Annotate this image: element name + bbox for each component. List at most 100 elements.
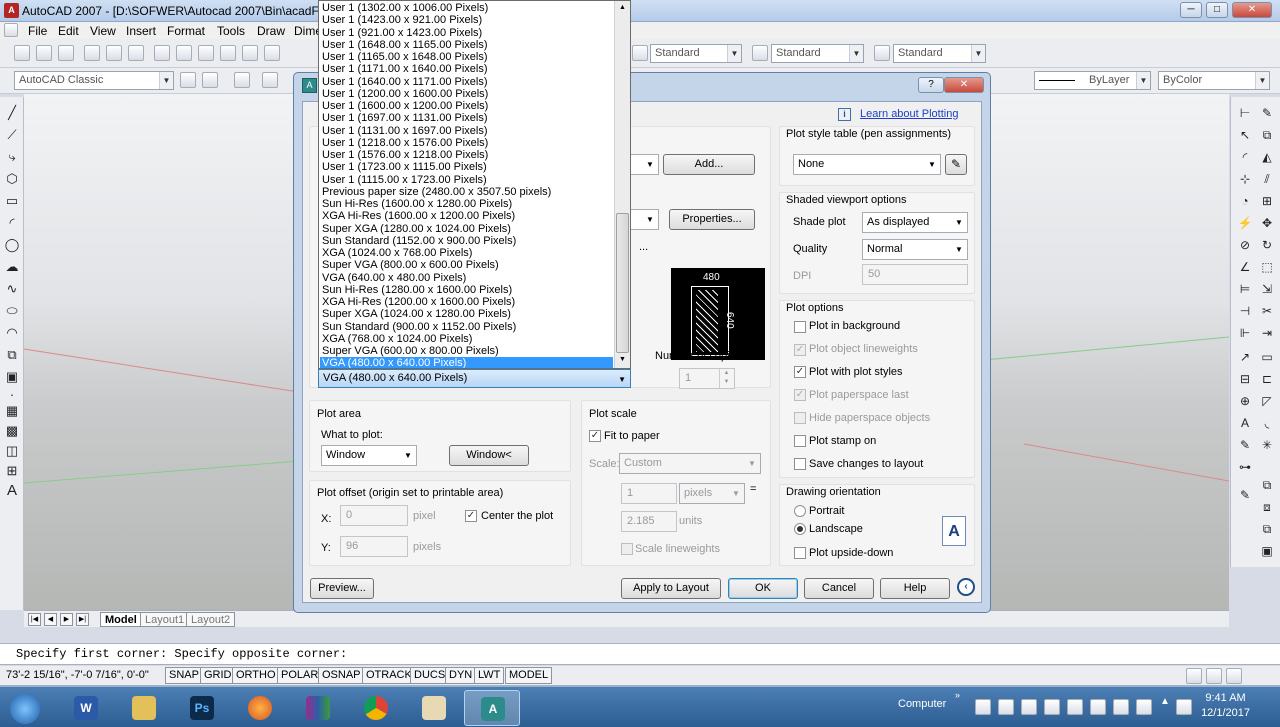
center-mark-icon[interactable]: ⊕ — [1237, 393, 1253, 409]
paper-size-option[interactable]: User 1 (1171.00 x 1640.00 Pixels) — [322, 63, 488, 75]
polygon-icon[interactable]: ⬡ — [4, 171, 20, 187]
toolbar-lock-icon[interactable] — [1206, 668, 1222, 684]
upside-down-checkbox[interactable] — [794, 547, 806, 559]
table-icon[interactable]: ⊞ — [4, 463, 20, 479]
taskbar-photoshop[interactable]: Ps — [174, 690, 230, 726]
paper-size-option[interactable]: User 1 (1131.00 x 1697.00 Pixels) — [322, 125, 488, 137]
aligned-dim-icon[interactable]: ↖ — [1237, 127, 1253, 143]
next-tab-icon[interactable]: ▶ — [60, 613, 73, 626]
paper-size-option[interactable]: User 1 (1600.00 x 1200.00 Pixels) — [322, 100, 488, 112]
taskbar-word[interactable]: W — [58, 690, 114, 726]
copy-icon[interactable] — [176, 45, 192, 61]
what-to-plot-select[interactable]: Window ▼ — [321, 445, 417, 466]
osnap-toggle[interactable]: OSNAP — [318, 667, 365, 684]
scale-icon[interactable]: ⬚ — [1259, 259, 1275, 275]
first-tab-icon[interactable]: |◀ — [28, 613, 41, 626]
otrack-toggle[interactable]: OTRACK — [362, 667, 416, 684]
revision-cloud-icon[interactable]: ☁ — [4, 259, 20, 275]
menu-file[interactable]: File — [28, 24, 47, 38]
close-button[interactable]: ✕ — [1232, 2, 1272, 18]
cancel-button[interactable]: Cancel — [804, 578, 874, 599]
make-block-icon[interactable]: ▣ — [4, 369, 20, 385]
construction-line-icon[interactable]: ⟋ — [4, 127, 20, 143]
chamfer-icon[interactable]: ◸ — [1259, 393, 1275, 409]
publish-icon[interactable] — [128, 45, 144, 61]
block-editor-icon[interactable] — [242, 45, 258, 61]
taskbar-chrome[interactable] — [348, 690, 404, 726]
scale-select[interactable]: Custom ▼ — [619, 453, 761, 474]
x-offset-input[interactable]: 0 — [340, 505, 408, 526]
angular-icon[interactable]: ∠ — [1237, 259, 1253, 275]
region-icon[interactable]: ◫ — [4, 443, 20, 459]
copy-object-icon[interactable]: ⧉ — [1259, 127, 1275, 143]
jogged-icon[interactable]: ⚡ — [1237, 215, 1253, 231]
hatch-icon[interactable]: ▦ — [4, 403, 20, 419]
polar-toggle[interactable]: POLAR — [277, 667, 323, 684]
save-changes-checkbox[interactable] — [794, 458, 806, 470]
paper-size-option[interactable]: Sun Hi-Res (1280.00 x 1600.00 Pixels) — [322, 284, 512, 296]
paper-size-option[interactable]: User 1 (1648.00 x 1165.00 Pixels) — [322, 39, 488, 51]
menu-format[interactable]: Format — [167, 24, 205, 38]
trim-icon[interactable]: ✂ — [1259, 303, 1275, 319]
continue-icon[interactable]: ⊩ — [1237, 325, 1253, 341]
scale-numerator-input[interactable]: 1 — [621, 483, 677, 504]
paper-size-option[interactable]: User 1 (921.00 x 1423.00 Pixels) — [322, 27, 482, 39]
spline-icon[interactable]: ∿ — [4, 281, 20, 297]
tab-layout2[interactable]: Layout2 — [186, 612, 236, 627]
paper-size-option[interactable]: XGA (1024.00 x 768.00 Pixels) — [322, 247, 472, 259]
paper-size-option[interactable]: VGA (480.00 x 640.00 Pixels) — [320, 357, 613, 368]
scale-denominator-input[interactable]: 2.185 — [621, 511, 677, 532]
ducs-toggle[interactable]: DUCS — [410, 667, 450, 684]
tray-app-icon[interactable] — [1021, 699, 1037, 715]
layer-order-icon[interactable]: ⧉ — [1259, 521, 1275, 537]
layer-manager-icon[interactable] — [234, 72, 250, 88]
paper-size-option[interactable]: Sun Standard (900.00 x 1152.00 Pixels) — [322, 321, 516, 333]
bring-front-icon[interactable]: ▣ — [1259, 543, 1275, 559]
paper-size-option[interactable]: Super VGA (600.00 x 800.00 Pixels) — [322, 345, 499, 357]
window-pick-button[interactable]: Window< — [449, 445, 529, 466]
dropdown-scrollbar[interactable]: ▲ ▼ — [614, 1, 630, 368]
autocad-app-icon[interactable]: A — [4, 3, 19, 18]
stretch-icon[interactable]: ⇲ — [1259, 281, 1275, 297]
computer-toolbar-label[interactable]: Computer — [898, 698, 946, 710]
plot-in-background-checkbox[interactable] — [794, 321, 806, 333]
scale-lineweights-checkbox[interactable] — [621, 543, 633, 555]
last-tab-icon[interactable]: ▶| — [76, 613, 89, 626]
center-plot-checkbox[interactable]: ✓ — [465, 510, 477, 522]
add-plotter-button[interactable]: Add... — [663, 154, 755, 175]
paper-size-option[interactable]: Super VGA (800.00 x 600.00 Pixels) — [322, 259, 499, 271]
erase-icon[interactable]: ✎ — [1259, 105, 1275, 121]
quick-dim-icon[interactable]: ⊨ — [1237, 281, 1253, 297]
radius-icon[interactable]: ◔ — [1237, 193, 1253, 209]
paper-size-option[interactable]: User 1 (1423.00 x 921.00 Pixels) — [322, 14, 482, 26]
apply-to-layout-button[interactable]: Apply to Layout — [621, 578, 721, 599]
save-icon[interactable] — [58, 45, 74, 61]
maximize-button[interactable]: □ — [1206, 2, 1228, 18]
dialog-help-button[interactable]: ? — [918, 77, 944, 93]
circle-icon[interactable]: ◯ — [4, 237, 20, 253]
dyn-toggle[interactable]: DYN — [445, 667, 477, 684]
workspace-settings-icon[interactable] — [180, 72, 196, 88]
learn-about-plotting-link[interactable]: Learn about Plotting — [860, 108, 958, 120]
paper-size-option[interactable]: User 1 (1218.00 x 1576.00 Pixels) — [322, 137, 488, 149]
paste-icon[interactable] — [198, 45, 214, 61]
line-icon[interactable]: ╱ — [4, 105, 20, 121]
text-style-combo[interactable]: Standard ▼ — [650, 44, 742, 63]
ordinate-icon[interactable]: ⊹ — [1237, 171, 1253, 187]
minimize-button[interactable]: ─ — [1180, 2, 1202, 18]
break-icon[interactable]: ▭ — [1259, 349, 1275, 365]
paper-size-option[interactable]: XGA Hi-Res (1200.00 x 1600.00 Pixels) — [322, 296, 515, 308]
ellipse-arc-icon[interactable]: ◠ — [4, 325, 20, 341]
plot-with-styles-checkbox[interactable]: ✓ — [794, 366, 806, 378]
network-icon[interactable] — [1176, 699, 1192, 715]
paper-size-option[interactable]: User 1 (1302.00 x 1006.00 Pixels) — [322, 2, 488, 14]
scroll-down-icon[interactable]: ▼ — [617, 353, 628, 367]
show-hidden-icons[interactable]: ▲ — [1160, 696, 1170, 707]
gradient-icon[interactable]: ▩ — [4, 423, 20, 439]
color-combo[interactable]: ByColor ▼ — [1158, 71, 1270, 90]
paper-size-option[interactable]: XGA (768.00 x 1024.00 Pixels) — [322, 333, 472, 345]
tray-app-icon[interactable] — [1090, 699, 1106, 715]
y-offset-input[interactable]: 96 — [340, 536, 408, 557]
ellipse-icon[interactable]: ⬭ — [4, 303, 20, 319]
tray-app-icon[interactable] — [975, 699, 991, 715]
